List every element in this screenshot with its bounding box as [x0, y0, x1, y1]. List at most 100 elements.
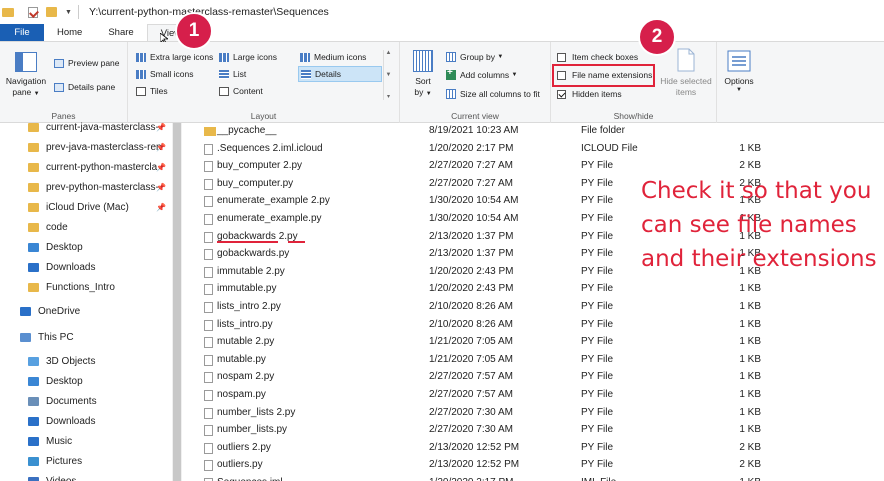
table-row[interactable]: outliers.py 2/13/2020 12:52 PM PY File 2 KB [182, 457, 884, 475]
table-row[interactable]: nospam 2.py 2/27/2020 7:57 AM PY File 1 KB [182, 369, 884, 387]
nav-item[interactable]: Downloads [0, 257, 172, 277]
table-row[interactable]: number_lists.py 2/27/2020 7:30 AM PY File 1… [182, 422, 884, 440]
file-date: 2/10/2020 8:26 AM [429, 318, 513, 330]
hide-selected-items-button[interactable]: Hide selected items [655, 48, 717, 98]
nav-item[interactable]: Desktop [0, 371, 172, 391]
nav-item[interactable]: Desktop [0, 237, 172, 257]
file-size: 1 KB [739, 371, 761, 383]
chevron-down-icon: ▼ [33, 91, 40, 97]
details-button[interactable]: Details [298, 66, 382, 82]
layout-scroll[interactable]: ▲ ▼ ▾ [383, 50, 393, 100]
table-row[interactable]: __pycache__ 8/19/2021 10:23 AM File folder [182, 123, 884, 141]
properties-icon[interactable] [28, 6, 38, 18]
add-columns-button[interactable]: Add columns ▼ [446, 67, 517, 80]
preview-pane-button[interactable]: Preview pane [54, 58, 120, 68]
scrollbar-thumb[interactable] [173, 123, 181, 481]
folder-icon [204, 127, 216, 136]
pin-icon[interactable]: 📌 [156, 163, 166, 172]
folder-icon [28, 222, 39, 232]
file-date: 1/30/2020 10:54 AM [429, 195, 519, 207]
file-name: gobackwards 2.py [217, 230, 298, 242]
nav-item[interactable]: current-java-masterclass- 📌 [0, 117, 172, 137]
pin-icon[interactable]: 📌 [156, 143, 166, 152]
hide-selected-icon [677, 48, 695, 72]
pin-icon[interactable]: 📌 [156, 123, 166, 132]
nav-item[interactable]: 3D Objects [0, 351, 172, 371]
extra-large-icons-button[interactable]: Extra large icons [136, 52, 213, 62]
small-icons-button[interactable]: Small icons [136, 69, 193, 79]
tab-file[interactable]: File [0, 24, 44, 41]
list-button[interactable]: List [219, 69, 246, 79]
table-row[interactable]: .Sequences 2.iml.icloud 1/20/2020 2:17 PM… [182, 141, 884, 159]
nav-item[interactable]: Documents [0, 391, 172, 411]
table-row[interactable]: outliers 2.py 2/13/2020 12:52 PM PY File 2 … [182, 440, 884, 458]
nav-item[interactable]: Pictures [0, 451, 172, 471]
file-icon [204, 143, 213, 155]
content-button[interactable]: Content [219, 86, 263, 96]
new-folder-icon[interactable] [46, 7, 57, 17]
options-button[interactable]: Options ▼ [720, 50, 758, 93]
nav-item[interactable]: Downloads [0, 411, 172, 431]
hidden-items-toggle[interactable]: Hidden items [557, 89, 622, 99]
size-all-columns-button[interactable]: Size all columns to fit [446, 89, 540, 99]
tiles-button[interactable]: Tiles [136, 86, 168, 96]
group-by-button[interactable]: Group by ▼ [446, 52, 503, 62]
tab-share[interactable]: Share [95, 24, 146, 41]
table-row[interactable]: nospam.py 2/27/2020 7:57 AM PY File 1 KB [182, 387, 884, 405]
nav-item[interactable]: Videos [0, 471, 172, 481]
file-name: number_lists.py [217, 424, 288, 436]
pc-icon [20, 332, 31, 342]
details-pane-button[interactable]: Details pane [54, 82, 115, 92]
table-row[interactable]: immutable.py 1/20/2020 2:43 PM PY File 1 KB [182, 281, 884, 299]
file-icon [204, 425, 213, 437]
file-size: 1 KB [739, 406, 761, 418]
tab-home[interactable]: Home [44, 24, 95, 41]
file-type: File folder [581, 125, 625, 136]
nav-scrollbar[interactable] [172, 123, 182, 481]
file-size: 1 KB [739, 353, 761, 365]
large-icons-button[interactable]: Large icons [219, 52, 277, 62]
chevron-down-icon[interactable]: ▼ [384, 72, 393, 78]
file-size: 2 KB [739, 441, 761, 453]
table-row[interactable]: lists_intro.py 2/10/2020 8:26 AM PY File 1 … [182, 317, 884, 335]
3d-objects-icon [28, 356, 39, 366]
nav-item[interactable]: OneDrive [0, 301, 172, 321]
nav-item[interactable]: code [0, 217, 172, 237]
file-name: gobackwards.py [217, 248, 290, 260]
content-icon [219, 86, 229, 96]
item-check-boxes-toggle[interactable]: Item check boxes [557, 52, 638, 62]
file-icon [204, 442, 213, 454]
file-date: 2/10/2020 8:26 AM [429, 301, 513, 312]
file-date: 8/19/2021 10:23 AM [429, 125, 519, 136]
table-row[interactable]: mutable 2.py 1/21/2020 7:05 AM PY File 1 KB [182, 334, 884, 352]
nav-item-label: Functions_Intro [46, 281, 115, 293]
divider [77, 5, 79, 19]
table-row[interactable]: mutable.py 1/21/2020 7:05 AM PY File 1 KB [182, 352, 884, 370]
table-row[interactable]: number_lists 2.py 2/27/2020 7:30 AM PY Fil… [182, 405, 884, 423]
navigation-pane-button[interactable]: Navigation pane ▼ [4, 52, 48, 100]
nav-item[interactable]: prev-python-masterclass- 📌 [0, 177, 172, 197]
nav-item[interactable]: This PC [0, 327, 172, 347]
nav-item[interactable]: prev-java-masterclass-ren 📌 [0, 137, 172, 157]
nav-item[interactable]: Functions_Intro [0, 277, 172, 297]
chevron-down-icon[interactable]: ▼ [65, 9, 72, 16]
nav-item[interactable]: iCloud Drive (Mac) 📌 [0, 197, 172, 217]
sort-by-button[interactable]: Sort by ▼ [408, 50, 438, 100]
table-row[interactable]: Sequences.iml 1/20/2020 2:17 PM IML File 1 … [182, 475, 884, 481]
chevron-up-icon[interactable]: ▲ [384, 50, 393, 56]
nav-item[interactable]: current-python-mastercla 📌 [0, 157, 172, 177]
navigation-pane: current-java-masterclass- 📌 prev-java-mast… [0, 122, 172, 481]
pin-icon[interactable]: 📌 [156, 203, 166, 212]
file-name: lists_intro 2.py [217, 301, 281, 312]
expand-icon[interactable]: ▾ [384, 93, 393, 100]
nav-item[interactable]: Music [0, 431, 172, 451]
small-icons-icon [136, 69, 146, 79]
table-row[interactable]: lists_intro 2.py 2/10/2020 8:26 AM PY File… [182, 299, 884, 317]
nav-item-label: Pictures [46, 455, 83, 467]
medium-icons-button[interactable]: Medium icons [300, 52, 366, 62]
hidden-items-checkbox[interactable] [557, 89, 566, 99]
item-check-boxes-checkbox[interactable] [557, 52, 566, 62]
pin-icon[interactable]: 📌 [156, 183, 166, 192]
file-icon [204, 214, 213, 225]
folder-icon [28, 162, 39, 172]
